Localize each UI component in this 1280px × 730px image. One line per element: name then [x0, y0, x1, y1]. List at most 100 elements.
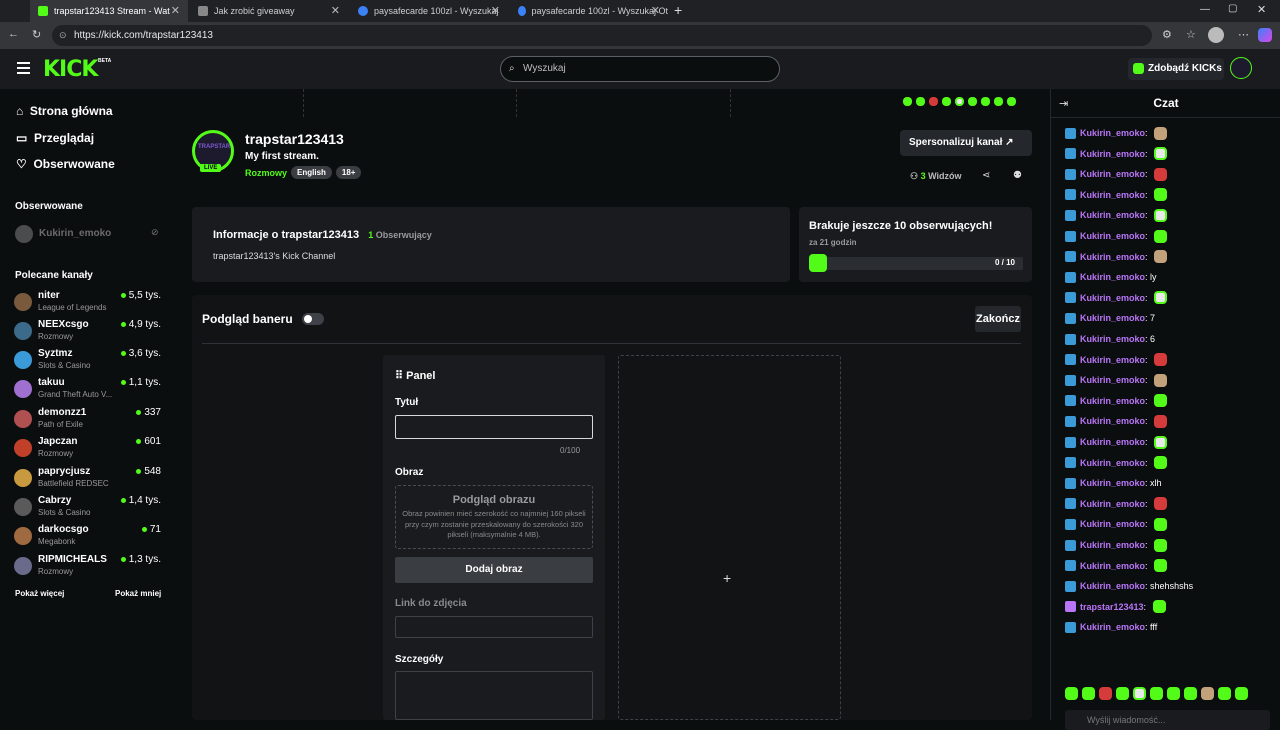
browser-tab[interactable]: paysafecarde 100zl - Wyszukaj ✕	[350, 0, 508, 22]
viewer-count: 5,5 tys.	[120, 290, 161, 301]
nav-following[interactable]: ♡ Obserwowane	[16, 157, 115, 171]
avatar	[14, 293, 32, 311]
chat-message: Kukirin_emoko:	[1065, 456, 1168, 470]
search-input[interactable]: ⌕ Wyszukaj	[500, 56, 780, 82]
chat-username[interactable]: Kukirin_emoko	[1080, 169, 1145, 179]
close-icon[interactable]: ✕	[651, 4, 660, 17]
show-less-link[interactable]: Pokaż mniej	[115, 589, 161, 598]
title-input[interactable]	[395, 415, 593, 439]
chat-username[interactable]: Kukirin_emoko	[1080, 375, 1145, 385]
category-link[interactable]: Rozmowy	[245, 168, 287, 178]
url-input[interactable]: ⊙ https://kick.com/trapstar123413	[52, 25, 1152, 46]
chat-username[interactable]: Kukirin_emoko	[1080, 293, 1145, 303]
user-avatar[interactable]	[1230, 57, 1252, 79]
chat-username[interactable]: Kukirin_emoko	[1080, 396, 1145, 406]
chat-message: Kukirin_emoko:	[1065, 497, 1168, 511]
finish-button[interactable]: Zakończ	[975, 306, 1021, 332]
chat-username[interactable]: Kukirin_emoko	[1080, 313, 1145, 323]
customize-channel-button[interactable]: Spersonalizuj kanał ↗	[900, 130, 1032, 156]
chat-username[interactable]: Kukirin_emoko	[1080, 272, 1145, 282]
add-panel-placeholder[interactable]: +	[618, 355, 841, 720]
chat-username[interactable]: Kukirin_emoko	[1080, 437, 1145, 447]
minimize-icon[interactable]: —	[1200, 4, 1210, 15]
back-icon[interactable]: ←	[8, 28, 19, 40]
banner-preview-toggle[interactable]	[302, 313, 324, 325]
chat-separator: :	[1145, 169, 1151, 180]
chat-username[interactable]: Kukirin_emoko	[1080, 540, 1145, 550]
chat-separator: :	[1145, 354, 1151, 365]
chat-message: Kukirin_emoko:	[1065, 517, 1168, 531]
close-icon[interactable]: ✕	[171, 4, 180, 17]
chat-username[interactable]: Kukirin_emoko	[1080, 128, 1145, 138]
chat-username[interactable]: Kukirin_emoko	[1080, 231, 1145, 241]
browser-tab[interactable]: paysafecarde 100zl - Wyszukaj Ot ✕	[510, 0, 668, 22]
tab-label: paysafecarde 100zl - Wyszukaj Ot	[531, 6, 668, 16]
chat-username[interactable]: Kukirin_emoko	[1080, 561, 1145, 571]
chat-username[interactable]: Kukirin_emoko	[1080, 355, 1145, 365]
chat-username[interactable]: Kukirin_emoko	[1080, 622, 1145, 632]
chat-message: Kukirin_emoko:	[1065, 394, 1168, 408]
share-icon[interactable]: ⋖	[982, 170, 990, 181]
user-badge-icon	[1065, 415, 1076, 427]
tag-language[interactable]: English	[291, 166, 332, 179]
chat-username[interactable]: Kukirin_emoko	[1080, 149, 1145, 159]
favorites-icon[interactable]: ☆	[1186, 28, 1196, 41]
image-preview-dropzone[interactable]: Podgląd obrazu Obraz powinien mieć szero…	[395, 485, 593, 549]
show-more-link[interactable]: Pokaż więcej	[15, 589, 64, 598]
chat-emote-icon	[1152, 600, 1166, 614]
channel-name: trapstar123413	[245, 131, 344, 147]
chat-username[interactable]: Kukirin_emoko	[1080, 252, 1145, 262]
extensions-icon[interactable]: ⚙	[1162, 28, 1172, 41]
browser-tab[interactable]: trapstar123413 Stream - Wat ✕	[30, 0, 188, 22]
recommended-channel[interactable]: Japczan Rozmowy 601	[14, 436, 164, 464]
tag-age[interactable]: 18+	[335, 166, 362, 179]
chat-message: Kukirin_emoko: 7	[1065, 311, 1155, 325]
recommended-channel[interactable]: takuu Grand Theft Auto V... 1,1 tys.	[14, 377, 164, 405]
recommended-channel[interactable]: paprycjusz Battlefield REDSEC 548	[14, 466, 164, 494]
get-kicks-button[interactable]: Zdobądź KICKs	[1128, 58, 1224, 80]
reload-icon[interactable]: ↻	[32, 28, 41, 41]
menu-dots-icon[interactable]: ⋯	[1238, 28, 1249, 41]
close-window-icon[interactable]: ✕	[1257, 3, 1266, 16]
chat-username[interactable]: trapstar123413	[1080, 602, 1144, 612]
recommended-channel[interactable]: RIPMICHEALS Rozmowy 1,3 tys.	[14, 554, 164, 582]
details-textarea[interactable]	[395, 671, 593, 720]
chat-username[interactable]: Kukirin_emoko	[1080, 499, 1145, 509]
close-icon[interactable]: ✕	[331, 4, 340, 17]
follow-user-icon[interactable]: ⚉	[1013, 170, 1022, 181]
add-image-button[interactable]: Dodaj obraz	[395, 557, 593, 583]
nav-browse[interactable]: ▭ Przeglądaj	[16, 131, 94, 145]
drag-handle-icon[interactable]: ⠿	[395, 370, 403, 382]
recommended-channel[interactable]: Syztmz Slots & Casino 3,6 tys.	[14, 348, 164, 376]
main-content: TRAPSTAR LIVE trapstar123413 My first st…	[175, 89, 1050, 720]
nav-home[interactable]: ⌂ Strona główna	[16, 104, 113, 118]
recommended-channel[interactable]: niter League of Legends 5,5 tys.	[14, 290, 164, 318]
recommended-channel[interactable]: Cabrzy Slots & Casino 1,4 tys.	[14, 495, 164, 523]
browser-tab[interactable]: Jak zrobić giveaway ✕	[190, 0, 348, 22]
close-icon[interactable]: ✕	[491, 4, 500, 17]
recommended-channel[interactable]: NEEXcsgo Rozmowy 4,9 tys.	[14, 319, 164, 347]
profile-avatar[interactable]	[1208, 27, 1224, 43]
user-badge-icon	[1065, 436, 1076, 448]
chat-username[interactable]: Kukirin_emoko	[1080, 190, 1145, 200]
chat-username[interactable]: Kukirin_emoko	[1080, 519, 1145, 529]
chat-username[interactable]: Kukirin_emoko	[1080, 334, 1145, 344]
copilot-icon[interactable]	[1258, 28, 1272, 42]
kick-logo[interactable]: KICK	[43, 57, 98, 82]
image-link-input[interactable]	[395, 616, 593, 638]
recommended-channel[interactable]: darkocsgo Megabonk 71	[14, 524, 164, 552]
maximize-icon[interactable]: ▢	[1228, 3, 1237, 14]
chat-username[interactable]: Kukirin_emoko	[1080, 581, 1145, 591]
hamburger-menu-icon[interactable]	[17, 62, 30, 74]
recommended-channel[interactable]: demonzz1 Path of Exile 337	[14, 407, 164, 435]
chat-username[interactable]: Kukirin_emoko	[1080, 478, 1145, 488]
chat-username[interactable]: Kukirin_emoko	[1080, 416, 1145, 426]
chat-separator: :	[1145, 560, 1151, 571]
chat-username[interactable]: Kukirin_emoko	[1080, 458, 1145, 468]
viewer-count: 548	[136, 466, 161, 477]
new-tab-button[interactable]: +	[674, 2, 682, 18]
kick-favicon-icon	[38, 6, 48, 16]
chat-input[interactable]: Wyślij wiadomość...	[1065, 710, 1270, 730]
chat-username[interactable]: Kukirin_emoko	[1080, 210, 1145, 220]
followed-channel[interactable]: Kukirin_emoko ⊘	[15, 225, 165, 243]
